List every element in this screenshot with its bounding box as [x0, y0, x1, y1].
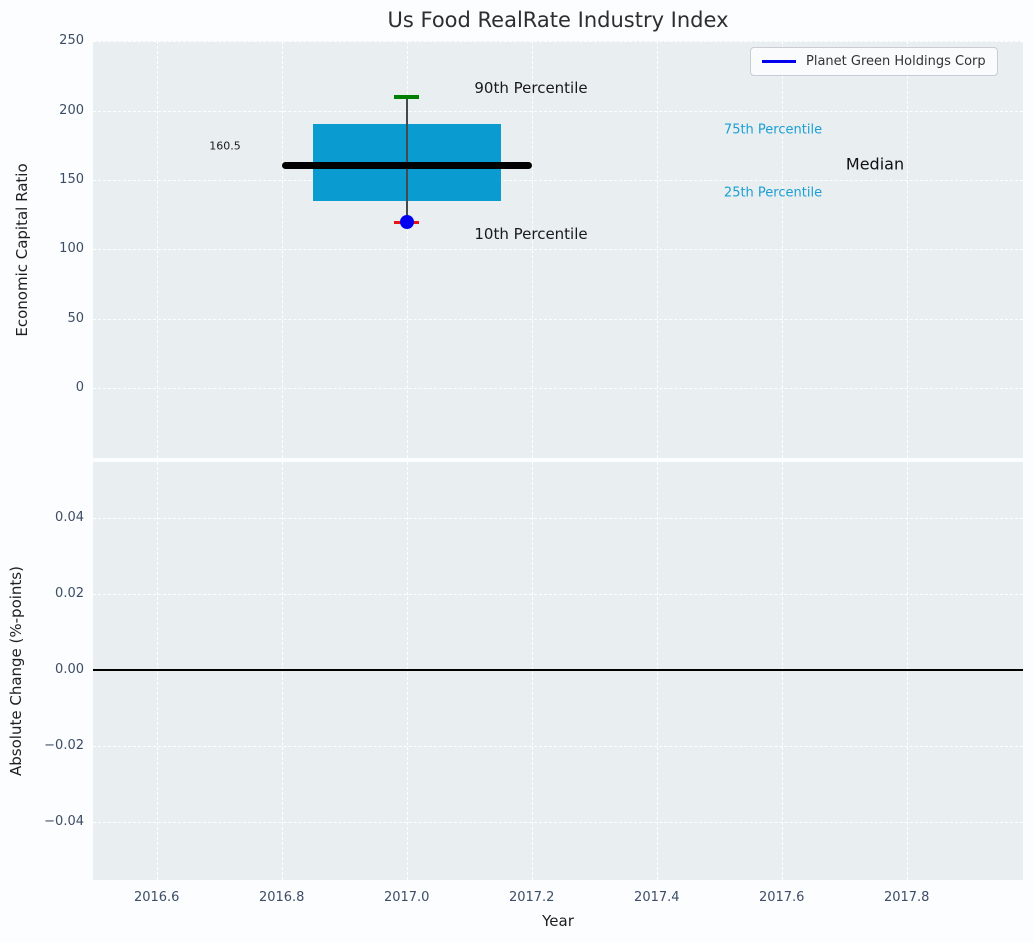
gridline-vertical — [906, 462, 908, 880]
gridline-horizontal — [93, 41, 1023, 42]
gridline-vertical — [531, 462, 533, 880]
gridline-horizontal — [93, 179, 1023, 181]
y-tick-label: 100 — [59, 241, 84, 257]
y-tick-label: 0.04 — [55, 509, 84, 525]
gridline-horizontal — [93, 821, 1023, 823]
x-tick-label: 2017.6 — [758, 890, 805, 905]
gridline-horizontal — [93, 593, 1023, 595]
y-tick-label: 0 — [75, 380, 84, 396]
x-tick-label: 2017.4 — [634, 890, 680, 905]
figure: Us Food RealRate Industry Index 160.5 90… — [0, 0, 1034, 942]
gridline-horizontal — [93, 745, 1023, 747]
gridline-horizontal — [93, 388, 1023, 390]
gridline-horizontal — [93, 249, 1023, 251]
y-tick-label: 250 — [59, 33, 84, 48]
boxplot-90th-cap — [394, 94, 420, 99]
company-point-marker — [399, 215, 414, 230]
boxplot-median-line — [281, 161, 532, 169]
zero-reference-line — [93, 668, 1023, 671]
y-tick-label: −0.04 — [44, 813, 84, 829]
gridline-horizontal — [93, 318, 1023, 320]
label-25th-percentile: 25th Percentile — [723, 185, 823, 201]
legend-entry-label: Planet Green Holdings Corp — [806, 54, 986, 69]
bottom-plot-area — [93, 462, 1023, 880]
gridline-vertical — [656, 462, 658, 880]
x-tick-label: 2016.6 — [133, 890, 180, 905]
legend: Planet Green Holdings Corp — [750, 47, 998, 76]
gridline-vertical — [156, 462, 158, 880]
x-tick-label: 2017.0 — [383, 890, 430, 905]
label-median: Median — [845, 154, 905, 174]
chart-title: Us Food RealRate Industry Index — [387, 8, 729, 32]
gridline-vertical — [406, 462, 408, 880]
gridline-horizontal — [93, 517, 1023, 519]
median-value-label: 160.5 — [209, 139, 241, 153]
y-tick-label: 200 — [59, 102, 84, 118]
y-tick-label: 0.00 — [55, 661, 84, 677]
legend-line-sample — [762, 60, 796, 63]
top-plot-area — [93, 41, 1023, 458]
y-tick-label: 150 — [59, 171, 84, 187]
label-10th-percentile: 10th Percentile — [474, 225, 588, 243]
x-axis-label: Year — [542, 912, 574, 930]
y-tick-label: 50 — [67, 310, 84, 326]
x-tick-label: 2017.8 — [883, 890, 930, 905]
x-tick-label: 2017.2 — [508, 890, 555, 905]
boxplot-whisker-line — [405, 96, 408, 223]
gridline-vertical — [281, 462, 283, 880]
gridline-vertical — [781, 462, 783, 880]
y-tick-label: 0.02 — [55, 585, 84, 601]
label-75th-percentile: 75th Percentile — [723, 122, 823, 138]
y-tick-label: −0.02 — [44, 737, 84, 753]
label-90th-percentile: 90th Percentile — [474, 79, 588, 97]
x-tick-label: 2016.8 — [258, 890, 305, 905]
gridline-horizontal — [93, 110, 1023, 112]
